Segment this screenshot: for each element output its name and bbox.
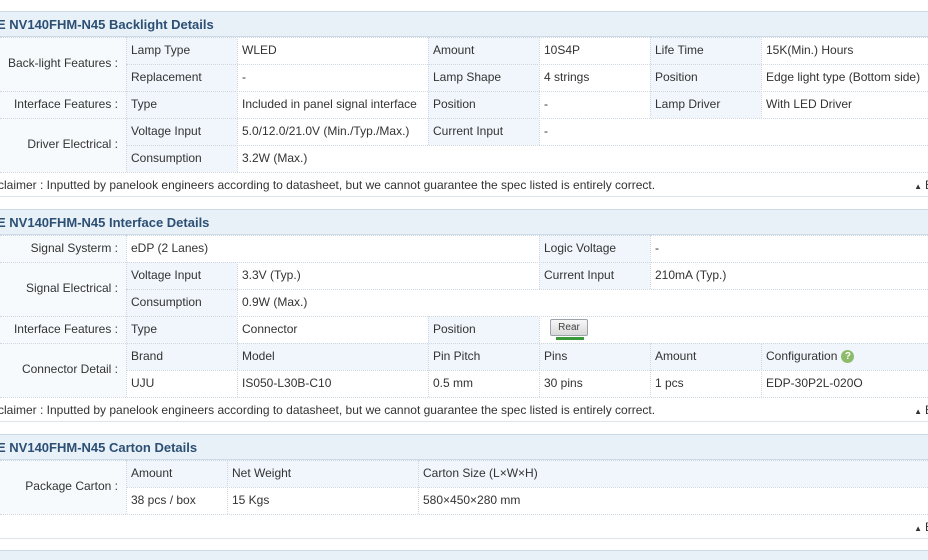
lamp-shape-value: 4 strings: [544, 70, 590, 84]
interface-group-label: Interface Features :: [13, 97, 118, 111]
conn-amount-label: Amount: [655, 349, 697, 363]
carton-title: E NV140FHM-N45 Carton Details: [0, 440, 198, 455]
carton-footer: ▲B: [0, 516, 928, 539]
signal-electrical-group-cell: Signal Electrical :: [0, 262, 126, 316]
carton-amount-value: 38 pcs / box: [131, 493, 196, 507]
position-label: Position: [655, 70, 698, 84]
driver-consumption-value: 3.2W (Max.): [242, 151, 308, 165]
driver-group-cell: Driver Electrical :: [0, 118, 126, 172]
amount-value: 10S4P: [544, 43, 581, 57]
if-type-label: Type: [131, 97, 158, 111]
sig-voltage-value: 3.3V (Typ.): [242, 268, 301, 282]
backlight-footer: claimer : Inputted by panelook engineers…: [0, 174, 928, 197]
pin-pitch-label: Pin Pitch: [433, 349, 481, 363]
backlight-header: E NV140FHM-N45 Backlight Details: [0, 11, 928, 37]
lamp-shape-label: Lamp Shape: [433, 70, 502, 84]
net-weight-label: Net Weight: [232, 466, 292, 480]
connector-group-cell: Connector Detail :: [0, 343, 126, 397]
life-time-value: 15K(Min.) Hours: [766, 43, 854, 57]
logic-voltage-label: Logic Voltage: [544, 241, 617, 255]
sig-current-value: 210mA (Typ.): [655, 268, 727, 282]
replacement-label: Replacement: [131, 70, 202, 84]
carton-header: E NV140FHM-N45 Carton Details: [0, 434, 928, 460]
carton-back-to-top[interactable]: ▲B: [914, 520, 928, 534]
lamp-driver-value: With LED Driver: [766, 97, 853, 111]
driver-consumption-label: Consumption: [131, 151, 202, 165]
amount-label: Amount: [433, 43, 475, 57]
driver-current-label: Current Input: [433, 124, 504, 138]
connector-detail-label: Connector Detail :: [21, 362, 118, 376]
signal-electrical-label: Signal Electrical :: [25, 281, 118, 295]
lamp-type-value: WLED: [242, 43, 277, 57]
lamp-type-label: Lamp Type: [131, 43, 191, 57]
interface-header: E NV140FHM-N45 Interface Details: [0, 209, 928, 235]
package-group-cell: Package Carton :: [0, 460, 126, 514]
backlight-group-cell: Back-light Features :: [0, 37, 126, 91]
signal-system-label: Signal Systerm :: [30, 241, 118, 255]
driver-current-value: -: [544, 124, 548, 138]
pins-label: Pins: [544, 349, 568, 363]
driver-voltage-label: Voltage Input: [131, 124, 202, 138]
carton-amount-label: Amount: [131, 466, 173, 480]
logic-voltage-value: -: [655, 241, 659, 255]
driver-voltage-value: 5.0/12.0/21.0V (Min./Typ./Max.): [242, 124, 410, 138]
sig-consumption-value: 0.9W (Max.): [242, 295, 308, 309]
triangle-up-icon: ▲: [914, 407, 922, 416]
life-time-label: Life Time: [655, 43, 704, 57]
net-weight-value: 15 Kgs: [232, 493, 270, 507]
pins-value: 30 pins: [544, 376, 583, 390]
interface-back-to-top[interactable]: ▲B: [914, 403, 928, 417]
package-carton-label: Package Carton :: [25, 479, 118, 493]
configuration-value: EDP-30P2L-020O: [766, 376, 863, 390]
conn-amount-value: 1 pcs: [655, 376, 684, 390]
carton-size-value: 580×450×280 mm: [423, 493, 521, 507]
rear-indicator: [556, 337, 584, 340]
signal-system-value: eDP (2 Lanes): [131, 241, 209, 255]
triangle-up-icon: ▲: [914, 524, 922, 533]
pin-pitch-value: 0.5 mm: [433, 376, 474, 390]
lamp-driver-label: Lamp Driver: [655, 97, 721, 111]
if-type-value: Included in panel signal interface: [242, 97, 417, 111]
replacement-value: -: [242, 70, 246, 84]
signal-system-group-cell: Signal Systerm :: [0, 235, 126, 262]
configuration-label: Configuration?: [766, 349, 855, 364]
backlight-title: E NV140FHM-N45 Backlight Details: [0, 17, 214, 32]
interface-title: E NV140FHM-N45 Interface Details: [0, 215, 210, 230]
interface-disclaimer: claimer : Inputted by panelook engineers…: [0, 403, 656, 417]
interface-group-cell: Interface Features :: [0, 91, 126, 118]
triangle-up-icon: ▲: [914, 182, 922, 191]
brand-value: UJU: [131, 376, 155, 390]
model-label: Model: [242, 349, 275, 363]
interface-footer: claimer : Inputted by panelook engineers…: [0, 399, 928, 422]
backlight-disclaimer: claimer : Inputted by panelook engineers…: [0, 178, 656, 192]
driver-group-label: Driver Electrical :: [27, 137, 118, 151]
if-position-label: Position: [433, 97, 476, 111]
if-position-value: -: [544, 97, 548, 111]
rear-position-button[interactable]: Rear: [550, 319, 588, 336]
backlight-group-label: Back-light Features :: [7, 56, 118, 70]
model-value: IS050-L30B-C10: [242, 376, 332, 390]
help-icon[interactable]: ?: [841, 350, 855, 364]
sig-consumption-label: Consumption: [131, 295, 202, 309]
brand-label: Brand: [131, 349, 164, 363]
carton-size-label: Carton Size (L×W×H): [423, 466, 538, 480]
position-value: Edge light type (Bottom side): [766, 70, 921, 84]
sig-voltage-label: Voltage Input: [131, 268, 202, 282]
backlight-back-to-top[interactable]: ▲B: [914, 178, 928, 192]
sig-current-label: Current Input: [544, 268, 615, 282]
